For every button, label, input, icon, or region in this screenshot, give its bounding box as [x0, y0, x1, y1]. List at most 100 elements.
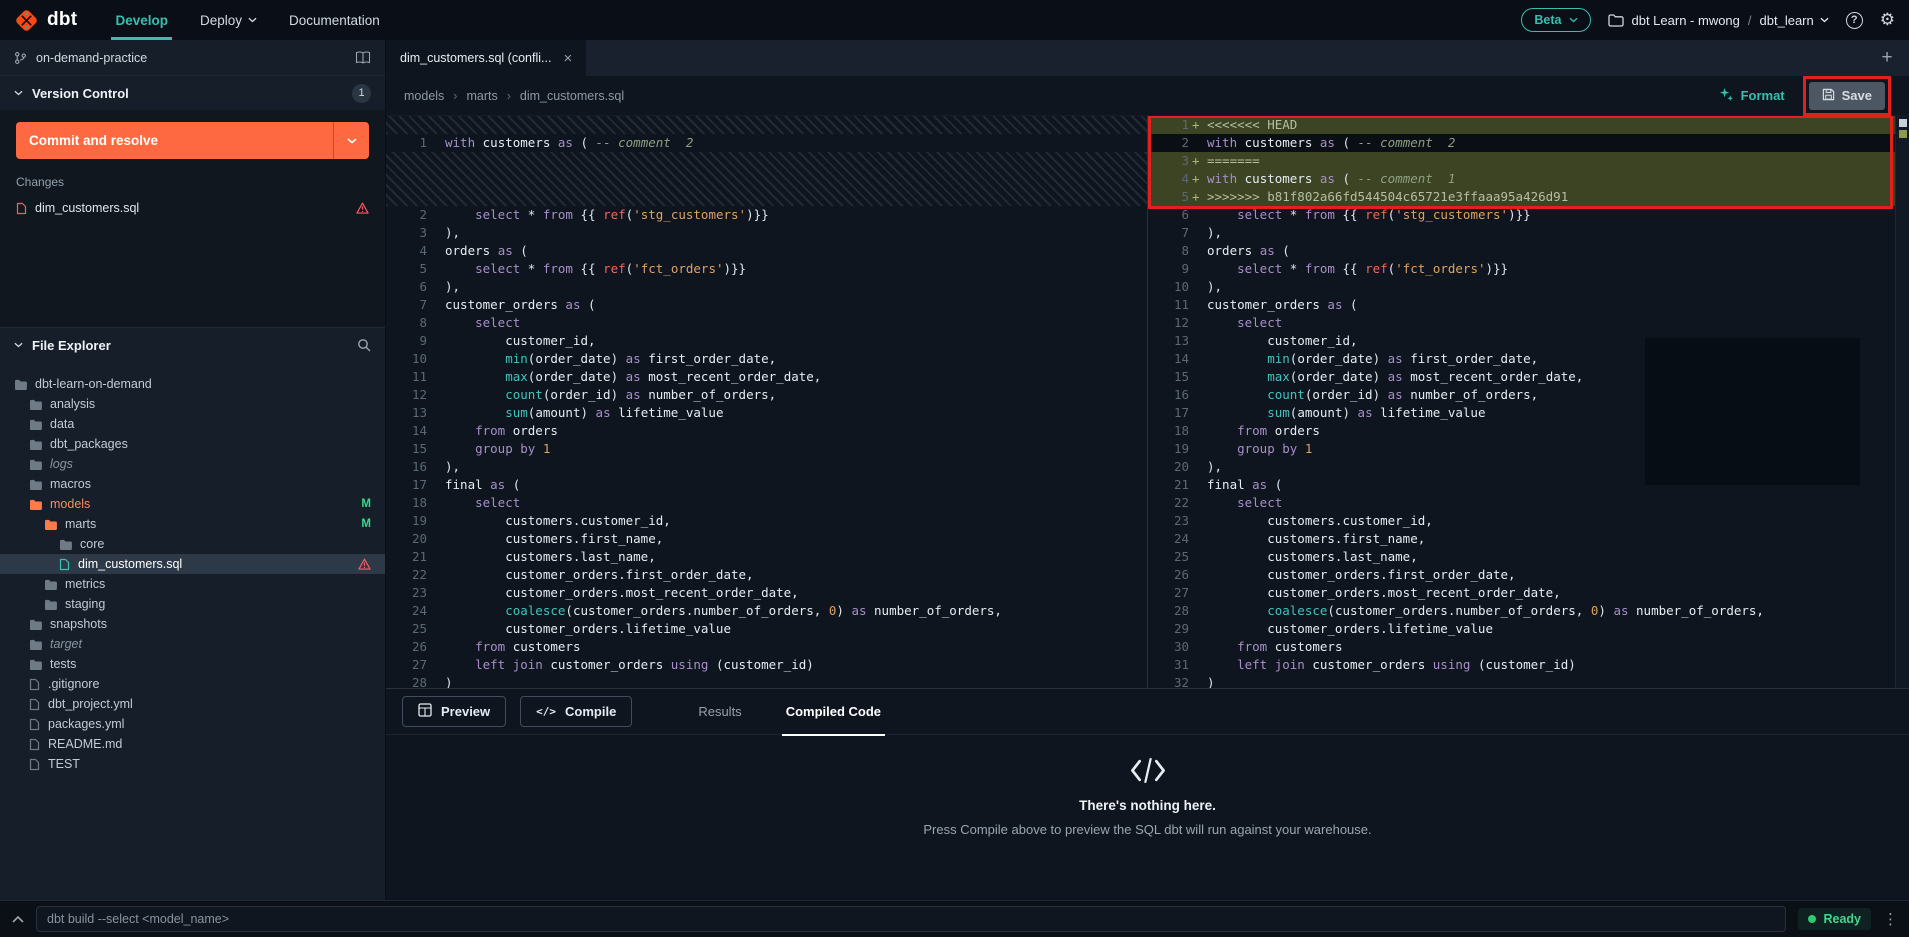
- code-line[interactable]: 19 customers.customer_id,: [386, 512, 1147, 530]
- code-line[interactable]: 8orders as (: [1148, 242, 1909, 260]
- search-icon[interactable]: [357, 338, 371, 352]
- code-line[interactable]: 27 customer_orders.most_recent_order_dat…: [1148, 584, 1909, 602]
- code-line[interactable]: 26 customer_orders.first_order_date,: [1148, 566, 1909, 584]
- code-line[interactable]: 28): [386, 674, 1147, 688]
- command-input[interactable]: dbt build --select <model_name>: [36, 906, 1786, 932]
- code-line[interactable]: 1+<<<<<<< HEAD: [1148, 116, 1909, 134]
- code-line[interactable]: 4orders as (: [386, 242, 1147, 260]
- save-button[interactable]: Save: [1809, 82, 1885, 110]
- code-line[interactable]: 22 customer_orders.first_order_date,: [386, 566, 1147, 584]
- code-line[interactable]: 22 select: [1148, 494, 1909, 512]
- code-line[interactable]: 27 left join customer_orders using (cust…: [386, 656, 1147, 674]
- code-line[interactable]: 20 customers.first_name,: [386, 530, 1147, 548]
- breadcrumb-item[interactable]: models: [404, 89, 444, 103]
- code-line[interactable]: 16),: [386, 458, 1147, 476]
- tree-item-marts[interactable]: martsM: [0, 514, 385, 534]
- format-button[interactable]: Format: [1719, 87, 1785, 105]
- tree-item-logs[interactable]: logs: [0, 454, 385, 474]
- code-line[interactable]: 2with customers as ( -- comment 2: [1148, 134, 1909, 152]
- code-line[interactable]: 11 max(order_date) as most_recent_order_…: [386, 368, 1147, 386]
- code-line[interactable]: 14 from orders: [386, 422, 1147, 440]
- tree-item-TEST[interactable]: TEST: [0, 754, 385, 774]
- code-line[interactable]: 5 select * from {{ ref('fct_orders')}}: [386, 260, 1147, 278]
- code-line[interactable]: 25 customer_orders.lifetime_value: [386, 620, 1147, 638]
- help-icon[interactable]: ?: [1846, 12, 1863, 29]
- code-line[interactable]: 9 select * from {{ ref('fct_orders')}}: [1148, 260, 1909, 278]
- new-tab-button[interactable]: +: [1865, 40, 1909, 76]
- code-line[interactable]: 30 from customers: [1148, 638, 1909, 656]
- editor-pane-result[interactable]: 1with customers as ( -- comment 2 2 selec…: [386, 116, 1148, 688]
- tree-item-target[interactable]: target: [0, 634, 385, 654]
- tree-item-README.md[interactable]: README.md: [0, 734, 385, 754]
- tree-item-analysis[interactable]: analysis: [0, 394, 385, 414]
- project-selector[interactable]: dbt_learn: [1760, 13, 1829, 28]
- commit-and-resolve-button[interactable]: Commit and resolve: [16, 122, 369, 159]
- code-line[interactable]: 12 select: [1148, 314, 1909, 332]
- dbt-logo[interactable]: dbt: [14, 8, 77, 33]
- tree-item-dim_customers.sql[interactable]: dim_customers.sql: [0, 554, 385, 574]
- code-line[interactable]: 6 select * from {{ ref('stg_customers')}…: [1148, 206, 1909, 224]
- code-line[interactable]: 12 count(order_id) as number_of_orders,: [386, 386, 1147, 404]
- settings-gear-icon[interactable]: ⚙: [1880, 12, 1895, 29]
- code-line[interactable]: 11customer_orders as (: [1148, 296, 1909, 314]
- code-line[interactable]: 29 customer_orders.lifetime_value: [1148, 620, 1909, 638]
- git-branch-selector[interactable]: on-demand-practice: [0, 40, 385, 76]
- code-line[interactable]: 18 select: [386, 494, 1147, 512]
- code-line[interactable]: 24 coalesce(customer_orders.number_of_or…: [386, 602, 1147, 620]
- tab-dim-customers[interactable]: dim_customers.sql (confli... ×: [386, 40, 586, 76]
- code-line[interactable]: 4+with customers as ( -- comment 1: [1148, 170, 1909, 188]
- code-line[interactable]: 31 left join customer_orders using (cust…: [1148, 656, 1909, 674]
- overview-ruler[interactable]: [1895, 116, 1909, 688]
- code-line[interactable]: 3+=======: [1148, 152, 1909, 170]
- code-line[interactable]: 10 min(order_date) as first_order_date,: [386, 350, 1147, 368]
- code-line[interactable]: 15 group by 1: [386, 440, 1147, 458]
- code-line[interactable]: 1with customers as ( -- comment 2: [386, 134, 1147, 152]
- code-line[interactable]: 17final as (: [386, 476, 1147, 494]
- tree-item-packages.yml[interactable]: packages.yml: [0, 714, 385, 734]
- file-explorer-header[interactable]: File Explorer: [0, 328, 385, 362]
- code-line[interactable]: 7),: [1148, 224, 1909, 242]
- code-line[interactable]: 8 select: [386, 314, 1147, 332]
- tree-item-macros[interactable]: macros: [0, 474, 385, 494]
- tree-item-dbt_project.yml[interactable]: dbt_project.yml: [0, 694, 385, 714]
- tree-item-staging[interactable]: staging: [0, 594, 385, 614]
- nav-item-deploy[interactable]: Deploy: [184, 0, 273, 40]
- tree-item-tests[interactable]: tests: [0, 654, 385, 674]
- tree-item-metrics[interactable]: metrics: [0, 574, 385, 594]
- code-line[interactable]: 23 customer_orders.most_recent_order_dat…: [386, 584, 1147, 602]
- version-control-header[interactable]: Version Control 1: [0, 76, 385, 110]
- panel-tab-results[interactable]: Results: [694, 689, 745, 735]
- preview-button[interactable]: Preview: [402, 696, 506, 727]
- code-line[interactable]: 10),: [1148, 278, 1909, 296]
- panel-tab-compiled-code[interactable]: Compiled Code: [782, 689, 885, 735]
- tree-item-snapshots[interactable]: snapshots: [0, 614, 385, 634]
- tree-item-data[interactable]: data: [0, 414, 385, 434]
- nav-item-develop[interactable]: Develop: [99, 0, 184, 40]
- code-line[interactable]: 23 customers.customer_id,: [1148, 512, 1909, 530]
- beta-toggle[interactable]: Beta: [1521, 8, 1590, 32]
- docs-book-icon[interactable]: [355, 51, 371, 64]
- tree-item-models[interactable]: modelsM: [0, 494, 385, 514]
- breadcrumb-item[interactable]: dim_customers.sql: [520, 89, 624, 103]
- code-line[interactable]: 26 from customers: [386, 638, 1147, 656]
- commit-options-chevron[interactable]: [333, 122, 369, 159]
- close-icon[interactable]: ×: [563, 50, 572, 67]
- code-line[interactable]: 21 customers.last_name,: [386, 548, 1147, 566]
- changed-file-dim_customers.sql[interactable]: dim_customers.sql: [16, 201, 369, 215]
- code-line[interactable]: 7customer_orders as (: [386, 296, 1147, 314]
- kebab-menu-icon[interactable]: ⋮: [1883, 910, 1897, 928]
- code-line[interactable]: 13 sum(amount) as lifetime_value: [386, 404, 1147, 422]
- code-line[interactable]: 3),: [386, 224, 1147, 242]
- compile-button[interactable]: </> Compile: [520, 696, 632, 727]
- code-line[interactable]: 25 customers.last_name,: [1148, 548, 1909, 566]
- tree-item-.gitignore[interactable]: .gitignore: [0, 674, 385, 694]
- code-line[interactable]: 2 select * from {{ ref('stg_customers')}…: [386, 206, 1147, 224]
- breadcrumb-item[interactable]: marts: [466, 89, 497, 103]
- code-line[interactable]: 9 customer_id,: [386, 332, 1147, 350]
- code-line[interactable]: 24 customers.first_name,: [1148, 530, 1909, 548]
- account-name[interactable]: dbt Learn - mwong: [1632, 13, 1740, 28]
- status-badge[interactable]: Ready: [1798, 908, 1871, 930]
- nav-item-documentation[interactable]: Documentation: [273, 0, 396, 40]
- tree-item-dbt_packages[interactable]: dbt_packages: [0, 434, 385, 454]
- code-line[interactable]: 28 coalesce(customer_orders.number_of_or…: [1148, 602, 1909, 620]
